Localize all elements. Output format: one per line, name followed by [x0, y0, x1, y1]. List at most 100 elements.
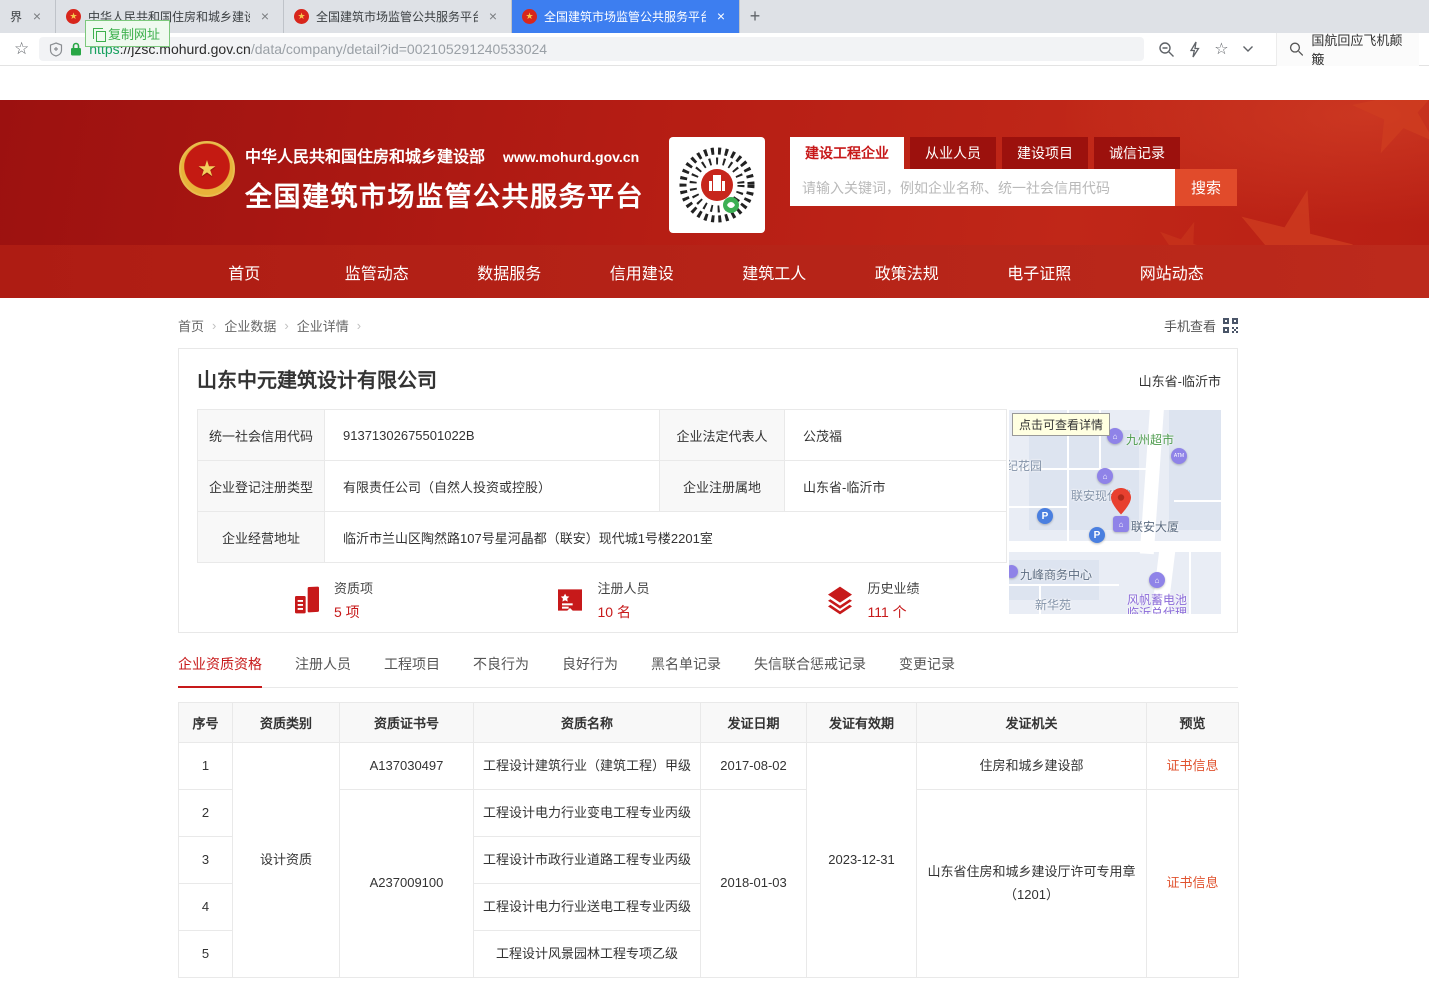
stat-label: 资质项	[334, 578, 373, 597]
chevron-right-icon	[284, 318, 288, 333]
favorite-star-icon[interactable]	[1214, 39, 1228, 59]
nav-item-supervision[interactable]: 监管动态	[311, 245, 444, 298]
tab-change-records[interactable]: 变更记录	[899, 654, 955, 687]
company-stats: 资质项 5 项 注册人员 10 名	[197, 578, 1007, 622]
close-icon[interactable]	[29, 9, 45, 25]
search-tab-enterprise[interactable]: 建设工程企业	[790, 137, 904, 169]
tab-registered-personnel[interactable]: 注册人员	[295, 654, 351, 687]
row-no: 1	[179, 743, 233, 790]
close-icon[interactable]	[485, 9, 501, 25]
tab-title: 全国建筑市场监管公共服务平台	[316, 8, 478, 25]
url-actions	[1158, 39, 1253, 59]
map-label-supermarket: 九州超市	[1126, 431, 1174, 448]
qualification-name: 工程设计电力行业送电工程专业丙级	[474, 884, 701, 931]
emblem-favicon-icon	[522, 9, 537, 24]
col-header: 资质名称	[474, 703, 701, 743]
tab-projects[interactable]: 工程项目	[384, 654, 440, 687]
address-bar[interactable]: https://jzsc.mohurd.gov.cn/data/company/…	[39, 37, 1144, 61]
nav-item-workers[interactable]: 建筑工人	[708, 245, 841, 298]
tab-good-behavior[interactable]: 良好行为	[562, 654, 618, 687]
credit-code-value: 91371302675501022B	[325, 410, 660, 461]
qualification-table: 序号 资质类别 资质证书号 资质名称 发证日期 发证有效期 发证机关 预览 1 …	[178, 702, 1239, 978]
map-label-battery-2: 临沂总代理	[1127, 604, 1187, 614]
row-no: 4	[179, 884, 233, 931]
nav-item-home[interactable]: 首页	[178, 245, 311, 298]
hot-search-text: 国航回应飞机颠簸	[1311, 30, 1407, 68]
location-map[interactable]: 点击可查看详情 ⌂ 九州超市 ATM 纪花园 ⌂ 联安现代城 ⌂ 联安大厦 P …	[1009, 410, 1221, 614]
col-header: 序号	[179, 703, 233, 743]
issue-date: 2018-01-03	[701, 790, 807, 978]
browser-tab-partial[interactable]: 界	[0, 0, 56, 33]
issue-date: 2017-08-02	[701, 743, 807, 790]
browser-tab-jzsc-1[interactable]: 全国建筑市场监管公共服务平台	[284, 0, 512, 33]
qr-code-icon	[1223, 318, 1238, 333]
tower-poi-icon: ⌂	[1113, 516, 1129, 532]
tab-blacklist[interactable]: 黑名单记录	[651, 654, 721, 687]
certificate-icon	[554, 584, 586, 616]
zoom-out-icon[interactable]	[1158, 41, 1175, 58]
validity-date: 2023-12-31	[807, 743, 917, 978]
shield-icon	[49, 42, 63, 57]
certificate-info-link[interactable]: 证书信息	[1166, 758, 1218, 773]
nav-item-e-license[interactable]: 电子证照	[973, 245, 1106, 298]
breadcrumb-company-detail[interactable]: 企业详情	[297, 316, 349, 335]
nav-item-site-news[interactable]: 网站动态	[1106, 245, 1239, 298]
chevron-down-icon[interactable]	[1242, 45, 1254, 53]
building-icon	[291, 584, 323, 616]
new-tab-button[interactable]	[740, 0, 770, 33]
reg-region-value: 山东省-临沂市	[785, 461, 1007, 512]
copy-url-tooltip: 复制网址	[85, 20, 170, 47]
keyword-search-input[interactable]	[790, 169, 1175, 206]
reg-type-value: 有限责任公司（自然人投资或控股）	[325, 461, 660, 512]
search-button[interactable]: 搜索	[1175, 169, 1237, 206]
emblem-favicon-icon	[294, 9, 309, 24]
col-header: 发证日期	[701, 703, 807, 743]
copy-icon	[93, 28, 103, 39]
lightning-icon[interactable]	[1188, 41, 1201, 58]
parking-label: P	[1094, 530, 1101, 541]
company-info-table: 统一社会信用代码 91371302675501022B 企业法定代表人 公茂福 …	[197, 409, 1007, 563]
stat-value: 5 项	[334, 602, 373, 622]
cert-no: A137030497	[340, 743, 474, 790]
map-block	[1169, 410, 1221, 530]
stat-qualifications[interactable]: 资质项 5 项	[197, 578, 467, 622]
nav-item-data-service[interactable]: 数据服务	[443, 245, 576, 298]
platform-title: 全国建筑市场监管公共服务平台	[245, 175, 644, 214]
tab-qualifications[interactable]: 企业资质资格	[178, 654, 262, 687]
map-label-xinhuayuan: 新华苑	[1035, 596, 1071, 613]
search-tab-project[interactable]: 建设项目	[1002, 137, 1088, 169]
browser-url-bar: https://jzsc.mohurd.gov.cn/data/company/…	[0, 33, 1429, 66]
col-header: 预览	[1147, 703, 1239, 743]
breadcrumb-company-data[interactable]: 企业数据	[224, 316, 276, 335]
search-tab-personnel[interactable]: 从业人员	[910, 137, 996, 169]
mobile-view-link[interactable]: 手机查看	[1164, 316, 1238, 335]
stat-value: 111 个	[867, 602, 919, 622]
nav-item-policy[interactable]: 政策法规	[841, 245, 974, 298]
field-label: 企业法定代表人	[660, 410, 785, 461]
certificate-info-link[interactable]: 证书信息	[1166, 875, 1218, 890]
browser-search-box[interactable]: 国航回应飞机颠簸	[1276, 33, 1419, 66]
chevron-right-icon	[212, 318, 216, 333]
bookmark-star-icon[interactable]	[14, 39, 29, 59]
close-icon[interactable]	[257, 9, 273, 25]
stat-registered-personnel[interactable]: 注册人员 10 名	[467, 578, 737, 622]
layers-icon	[824, 584, 856, 616]
search-tab-credit[interactable]: 诚信记录	[1094, 137, 1180, 169]
lock-icon	[70, 42, 82, 56]
search-category-tabs: 建设工程企业 从业人员 建设项目 诚信记录	[790, 137, 1237, 169]
tab-bad-behavior[interactable]: 不良行为	[473, 654, 529, 687]
stat-historical-performance[interactable]: 历史业绩 111 个	[737, 578, 1007, 622]
chevron-right-icon	[357, 318, 361, 333]
nav-item-credit[interactable]: 信用建设	[576, 245, 709, 298]
close-icon[interactable]	[713, 9, 729, 25]
parking-icon: P	[1037, 508, 1053, 524]
legal-rep-value: 公茂福	[785, 410, 1007, 461]
browser-tab-jzsc-active[interactable]: 全国建筑市场监管公共服务平台	[512, 0, 740, 33]
browser-tab-bar: 界 中华人民共和国住房和城乡建设 全国建筑市场监管公共服务平台 全国建筑市场监管…	[0, 0, 1429, 33]
map-road	[1189, 552, 1191, 614]
field-label: 统一社会信用代码	[198, 410, 325, 461]
site-titles: 中华人民共和国住房和城乡建设部 www.mohurd.gov.cn 全国建筑市场…	[245, 143, 644, 214]
emblem-favicon-icon	[66, 9, 81, 24]
tab-dishonesty-records[interactable]: 失信联合惩戒记录	[754, 654, 866, 687]
breadcrumb-home[interactable]: 首页	[178, 316, 204, 335]
